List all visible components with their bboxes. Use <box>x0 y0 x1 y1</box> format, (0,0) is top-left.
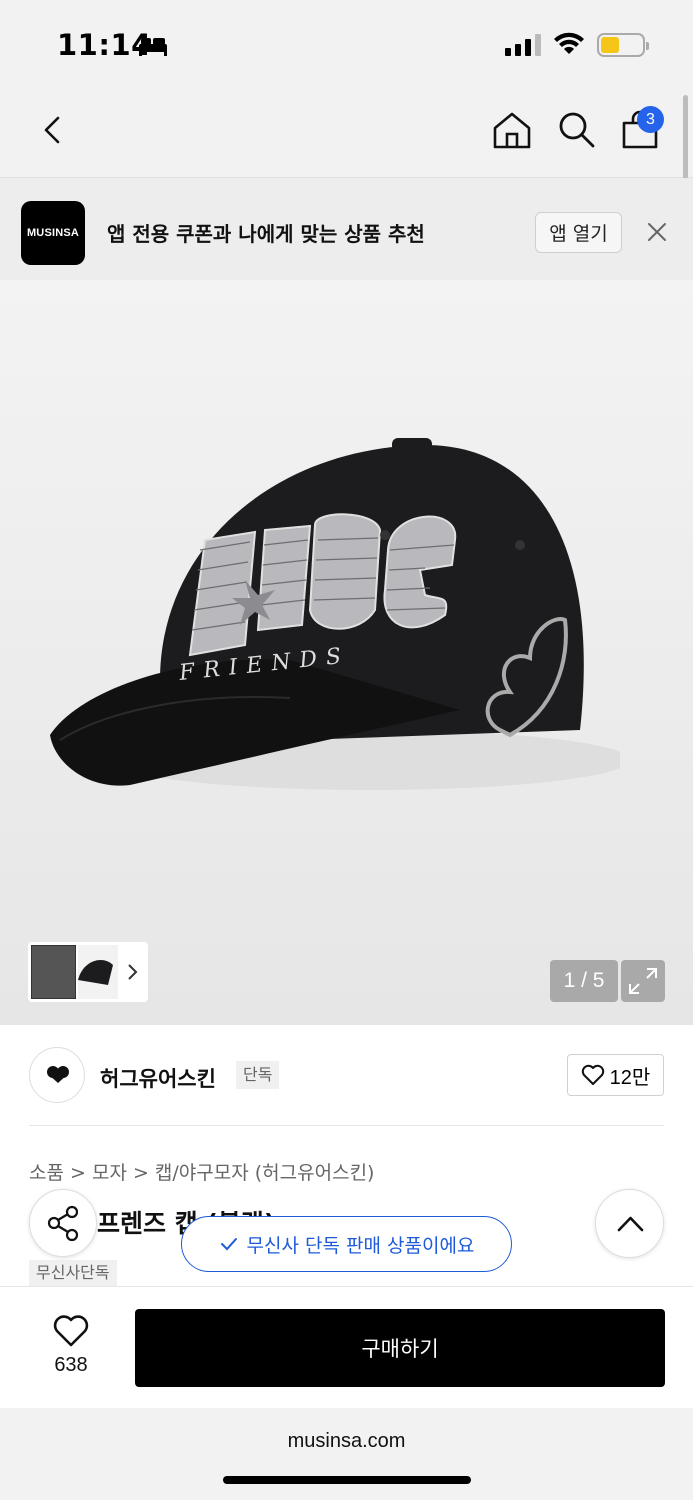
image-counter: 1 / 5 <box>550 960 618 1002</box>
musinsa-logo: MUSINSA <box>21 201 85 265</box>
brand-avatar[interactable] <box>29 1047 85 1103</box>
expand-image-button[interactable] <box>621 960 665 1002</box>
sleep-mode-icon <box>139 38 167 56</box>
brand-name[interactable]: 허그유어스킨 <box>100 1063 216 1093</box>
brand-like-count: 12만 <box>609 1066 651 1089</box>
brand-logo-icon <box>47 1066 69 1083</box>
home-indicator[interactable] <box>223 1476 471 1484</box>
divider <box>29 1125 664 1126</box>
wifi-icon <box>554 32 584 54</box>
close-icon[interactable] <box>646 221 668 243</box>
status-bar: 11:14 <box>0 0 693 88</box>
top-nav-bar <box>0 88 693 178</box>
url-text[interactable]: musinsa.com <box>0 1430 693 1453</box>
bottom-action-bar: 638 구매하기 <box>0 1286 693 1408</box>
scroll-to-top-button[interactable] <box>595 1189 664 1258</box>
chevron-right-icon[interactable] <box>126 962 140 982</box>
open-app-button[interactable]: 앱 열기 <box>535 212 622 253</box>
exclusive-badge: 단독 <box>236 1061 280 1089</box>
app-download-banner: MUSINSA 앱 전용 쿠폰과 나에게 맞는 상품 추천 앱 열기 <box>0 178 693 280</box>
heart-icon <box>581 1064 604 1085</box>
browser-url-bar: musinsa.com <box>0 1408 693 1500</box>
wishlist-button[interactable]: 638 <box>36 1314 106 1377</box>
back-arrow-icon[interactable] <box>36 110 76 150</box>
cart-count-badge: 3 <box>637 106 664 133</box>
share-button[interactable] <box>29 1189 97 1257</box>
thumbnail-strip[interactable] <box>28 942 148 1002</box>
chevron-up-icon <box>617 1216 644 1232</box>
thumbnail-image-2[interactable] <box>78 945 118 999</box>
thumbnail-image-1[interactable] <box>31 945 76 999</box>
home-icon[interactable] <box>492 110 532 150</box>
share-icon <box>47 1205 79 1242</box>
search-icon[interactable] <box>557 110 597 150</box>
brand-row: 허그유어스킨 단독 12만 <box>0 1025 693 1125</box>
cellular-signal-icon <box>505 34 541 56</box>
brand-like-button[interactable]: 12만 <box>567 1054 664 1096</box>
banner-message: 앱 전용 쿠폰과 나에게 맞는 상품 추천 <box>107 222 425 246</box>
product-image-black-cap: FRIENDS <box>50 438 620 790</box>
toast-message: 무신사 단독 판매 상품이에요 <box>246 1234 475 1257</box>
heart-icon <box>53 1315 89 1347</box>
buy-button[interactable]: 구매하기 <box>135 1309 665 1387</box>
exclusive-toast: 무신사 단독 판매 상품이에요 <box>181 1216 512 1272</box>
checkmark-icon <box>220 1238 237 1251</box>
breadcrumb[interactable]: 소품 > 모자 > 캡/야구모자 (허그유어스킨) <box>29 1158 374 1185</box>
wishlist-count: 638 <box>54 1354 88 1376</box>
expand-icon <box>629 968 657 994</box>
musinsa-exclusive-tag: 무신사단독 <box>29 1260 117 1286</box>
battery-icon <box>597 33 649 57</box>
product-image-gallery[interactable]: FRIENDS 1 / 5 <box>0 280 693 1025</box>
